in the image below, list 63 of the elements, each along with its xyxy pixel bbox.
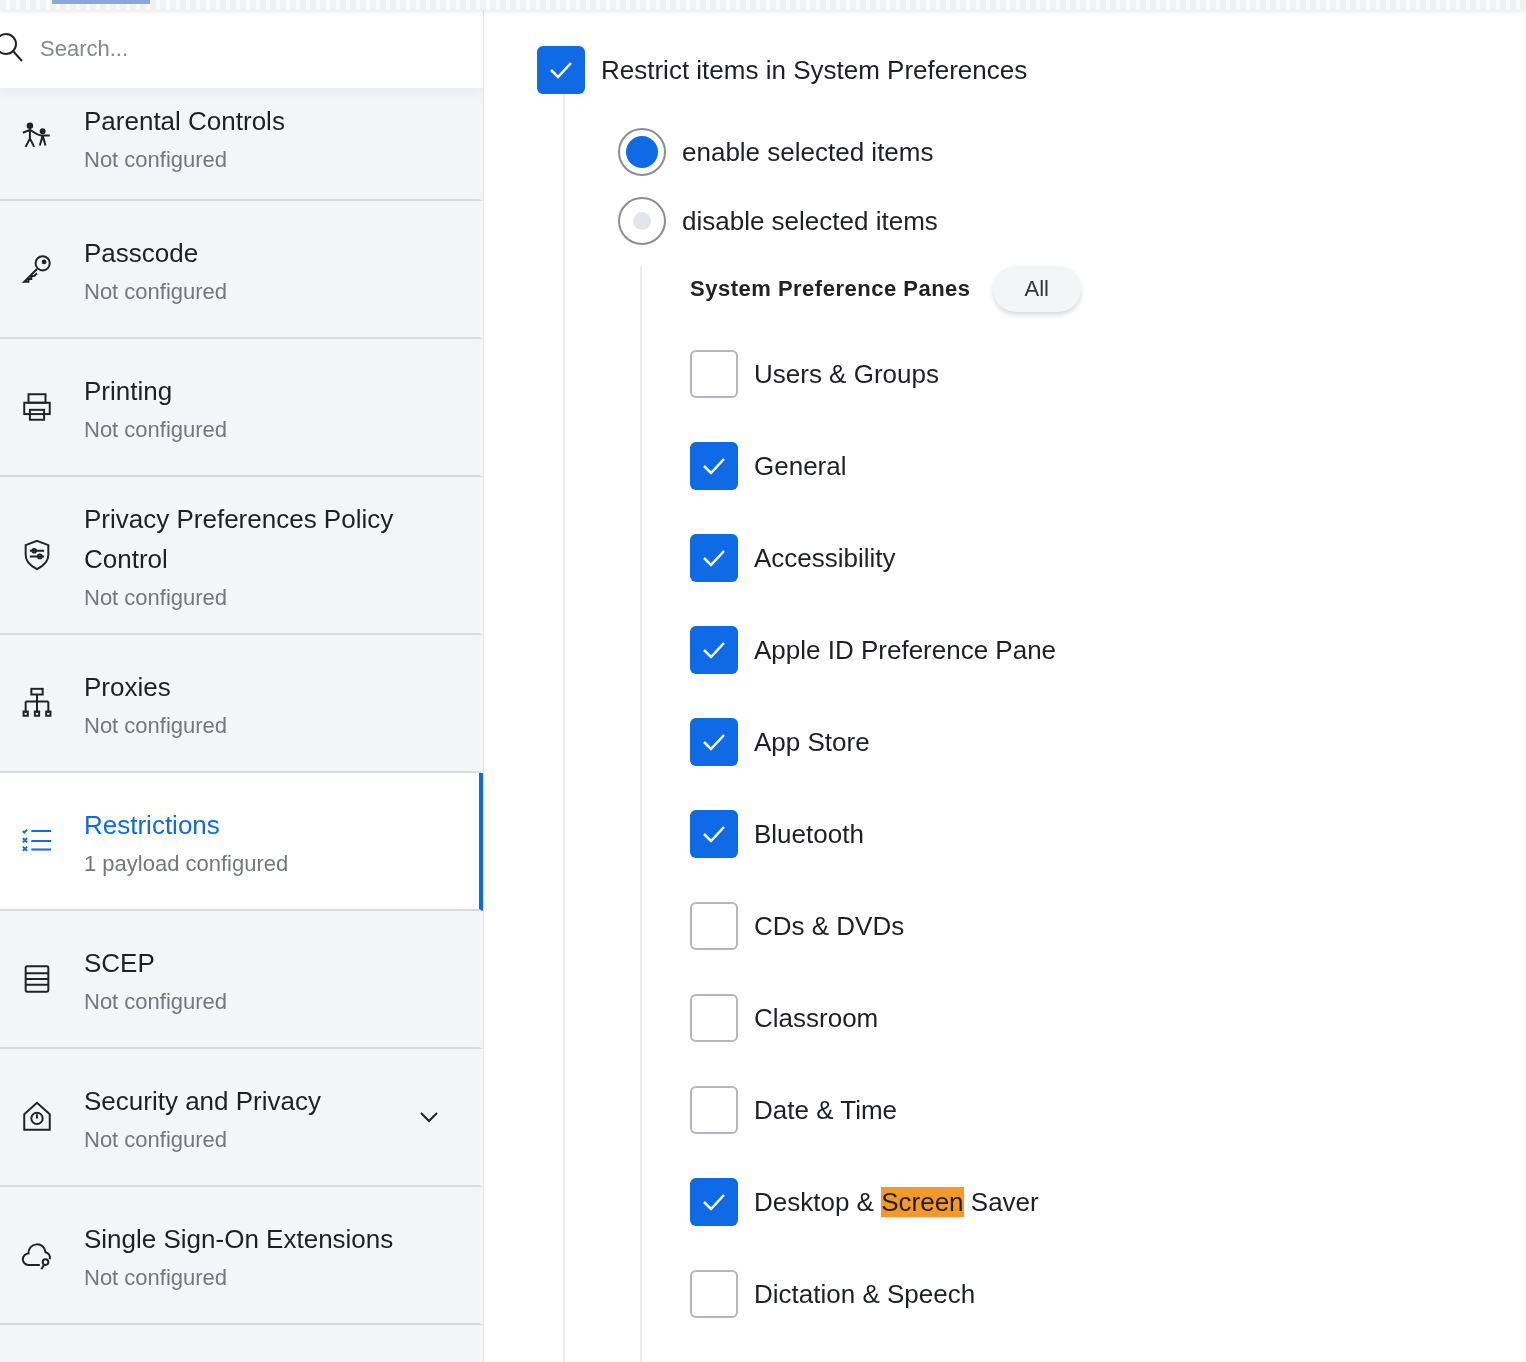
radio-label: disable selected items — [682, 205, 938, 237]
section-heading: System Preference Panes — [690, 276, 971, 302]
checkmark-icon — [701, 732, 727, 752]
checkbox[interactable] — [690, 902, 738, 950]
item-title: SCEP — [84, 947, 156, 980]
chevron-down-icon[interactable] — [419, 1111, 439, 1123]
checkbox[interactable] — [690, 442, 738, 490]
search-input[interactable]: Search... — [38, 35, 483, 63]
checkbox[interactable] — [690, 810, 738, 858]
item-status: Not configured — [84, 279, 229, 305]
item-status: Not configured — [84, 585, 229, 611]
all-button[interactable]: All — [992, 266, 1081, 312]
checkmark-icon — [548, 60, 574, 80]
checkbox[interactable] — [690, 1270, 738, 1318]
item-status: Not configured — [84, 1127, 229, 1153]
pane-label: Users & Groups — [754, 358, 939, 390]
search-field[interactable]: Search... — [0, 10, 483, 88]
item-title: Printing — [84, 375, 174, 408]
pane-label: Apple ID Preference Pane — [754, 634, 1057, 666]
item-status: 1 payload configured — [84, 851, 290, 877]
item-title: Security and Privacy — [84, 1085, 322, 1118]
checkmark-icon — [701, 824, 727, 844]
pane-label: Classroom — [754, 1002, 879, 1034]
checkbox[interactable] — [690, 994, 738, 1042]
pane-label: Date & Time — [754, 1094, 898, 1126]
radio-button[interactable] — [618, 197, 666, 245]
checkmark-icon — [701, 548, 727, 568]
pane-label: CDs & DVDs — [754, 910, 905, 942]
item-status: Not configured — [84, 417, 229, 443]
checkbox[interactable] — [690, 1178, 738, 1226]
item-title: Single Sign-On Extensions — [84, 1223, 395, 1256]
key-icon — [20, 252, 54, 286]
network-icon — [20, 686, 54, 720]
item-title: Privacy Preferences Policy Control — [84, 503, 395, 576]
pane-label: App Store — [754, 726, 870, 758]
item-status: Not configured — [84, 1265, 229, 1291]
checkbox[interactable] — [690, 718, 738, 766]
checkbox[interactable] — [690, 626, 738, 674]
radio-button[interactable] — [618, 128, 666, 176]
printer-icon — [20, 390, 54, 424]
pane-label: Accessibility — [754, 542, 896, 574]
house-power-icon — [20, 1100, 54, 1134]
checkbox[interactable] — [537, 46, 585, 94]
item-title: Passcode — [84, 237, 200, 270]
checkmark-icon — [701, 456, 727, 476]
pane-label: Dictation & Speech — [754, 1278, 976, 1310]
item-status: Not configured — [84, 146, 229, 173]
item-status: Not configured — [84, 989, 229, 1015]
pane-label: General — [754, 450, 847, 482]
item-title: Parental Controls — [84, 104, 286, 138]
item-status: Not configured — [84, 713, 229, 739]
checkbox[interactable] — [690, 1086, 738, 1134]
item-title: Restrictions — [84, 809, 221, 842]
checkmark-icon — [701, 1192, 727, 1212]
pane-label: Desktop & Screen Saver — [754, 1186, 1039, 1218]
checkbox-label: Restrict items in System Preferences — [601, 54, 1028, 86]
item-title: Proxies — [84, 671, 172, 704]
sidebar-item[interactable]: Restrictions 1 payload configured — [0, 773, 483, 911]
radio-label: enable selected items — [682, 136, 934, 168]
pane-label: Bluetooth — [754, 818, 864, 850]
checkbox[interactable] — [690, 350, 738, 398]
checkbox[interactable] — [690, 534, 738, 582]
checkmark-icon — [701, 640, 727, 660]
